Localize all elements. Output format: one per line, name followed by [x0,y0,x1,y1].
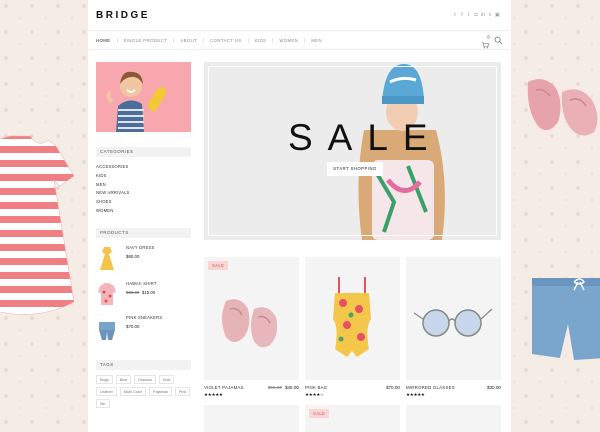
header: BRIDGE t f t ◘ in v ▣ [88,0,511,30]
product-name[interactable]: PINK SNEAKERS [126,315,162,320]
product-card-next-row[interactable]: SALE [305,405,400,432]
product-name[interactable]: NAVY DRESS [126,245,155,250]
search-icon[interactable] [494,36,503,45]
instagram-icon[interactable]: ◘ [474,12,478,18]
product-name[interactable]: PINK BAG [305,385,327,390]
blue-shorts-decoration [532,278,600,360]
linkedin-icon[interactable]: in [481,12,485,18]
categories-list: ACCESSORIES KIDS MEN NEW ARRIVALS SHOES … [96,163,191,216]
nav-item-contact-us[interactable]: CONTACT US [204,38,249,43]
sidebar-product-navy-dress[interactable]: NAVY DRESS $60.00 [96,244,191,274]
sale-badge: SALE [309,409,330,418]
product-price: $70.00 [126,324,140,329]
hero-title: SALE [288,117,443,158]
pink-sneakers-thumbnail [99,322,115,340]
tag-multi-color[interactable]: Multi Color [119,387,147,396]
cart-button[interactable]: 0 [481,35,491,49]
categories-title: CATEGORIES [96,147,191,157]
site-logo[interactable]: BRIDGE [96,10,150,21]
category-new-arrivals[interactable]: NEW ARRIVALS [96,189,191,198]
sidebar-product-hawaii-shirt[interactable]: HAWAII SHIRT $25.00 $15.00 [96,280,191,310]
tag-sin[interactable]: Sin [96,399,110,408]
nav-item-single-product[interactable]: SINGLE PRODUCT [118,38,175,43]
product-name[interactable]: VIOLET PAJAMAS [204,385,244,390]
category-kids[interactable]: KIDS [96,172,191,181]
cart-icon [481,42,489,49]
cart-count: 0 [486,35,491,40]
start-shopping-button[interactable]: START SHOPPING [327,162,383,176]
pink-moccasins-image [222,299,278,348]
product-price: $30.00 [486,385,501,390]
tag-leather[interactable]: Leather [96,387,117,396]
product-card-violet-pajamas[interactable]: SALE VIOLET PAJAMAS $55.00 $45.00 ★★★★★ [204,257,299,397]
product-price: $55.00 $45.00 [267,385,299,390]
round-glasses-image [413,308,493,337]
product-price: $70.00 [385,385,400,390]
product-image[interactable] [406,257,501,380]
product-price: $60.00 [126,254,140,259]
product-card-next-row[interactable] [204,405,299,432]
category-shoes[interactable]: SHOES [96,198,191,207]
twitter-icon[interactable]: t [453,12,457,18]
rating-stars: ★★★★☆ [305,392,324,397]
promo-banner[interactable] [96,62,191,132]
nav-item-women[interactable]: WOMEN [273,38,306,43]
social-links: t f t ◘ in v ▣ [453,12,499,18]
tags-title: TAGS [96,360,191,370]
category-accessories[interactable]: ACCESSORIES [96,163,191,172]
nav-item-about[interactable]: ABOUT [174,38,205,43]
vimeo-icon[interactable]: v [488,12,492,18]
product-card-next-row[interactable] [406,405,501,432]
sale-badge: SALE [208,261,229,270]
tag-blue[interactable]: Blue [115,375,132,384]
sidebar-product-pink-sneakers[interactable]: PINK SNEAKERS $70.00 [96,314,191,344]
store-page: BRIDGE t f t ◘ in v ▣ HOME SINGLE PRODUC… [88,0,511,432]
tumblr-icon[interactable]: t [467,12,471,18]
rating-stars: ★★★★★ [406,392,425,397]
hero-banner: SALE START SHOPPING [204,62,501,240]
pink-shoes-decoration [527,79,598,136]
category-women[interactable]: WOMEN [96,207,191,216]
nav-item-men[interactable]: MEN [305,38,328,43]
striped-dress-decoration [0,135,75,315]
share-icon[interactable]: ▣ [495,12,500,18]
tag-glasses[interactable]: Glasses [134,375,156,384]
product-image[interactable] [204,257,299,380]
hawaii-shirt-thumbnail [98,283,116,305]
tag-cloud: Bags Blue Glasses Kids Leather Multi Col… [96,375,191,408]
tag-pajamas[interactable]: Pajamas [149,387,172,396]
main-nav: HOME SINGLE PRODUCT ABOUT CONTACT US KID… [88,30,511,50]
floral-swimsuit-image [333,277,371,357]
product-image[interactable] [305,257,400,380]
kid-skateboard-image [106,71,166,132]
tag-kids[interactable]: Kids [158,375,175,384]
rating-stars: ★★★★★ [204,392,223,397]
product-name[interactable]: HAWAII SHIRT [126,281,157,286]
product-name[interactable]: MIRRORED GLASSES [406,385,455,390]
tag-bags[interactable]: Bags [96,375,113,384]
category-men[interactable]: MEN [96,181,191,190]
navy-dress-thumbnail [100,247,114,270]
nav-item-home[interactable]: HOME [96,38,118,43]
product-card-mirrored-glasses[interactable]: MIRRORED GLASSES $30.00 ★★★★★ [406,257,501,397]
facebook-icon[interactable]: f [460,12,464,18]
products-title: PRODUCTS [96,228,191,238]
product-card-pink-bag[interactable]: PINK BAG $70.00 ★★★★☆ [305,257,400,397]
product-price: $25.00 $15.00 [126,290,156,295]
nav-item-kids[interactable]: KIDS [249,38,274,43]
tag-pink[interactable]: Pink [174,387,191,396]
